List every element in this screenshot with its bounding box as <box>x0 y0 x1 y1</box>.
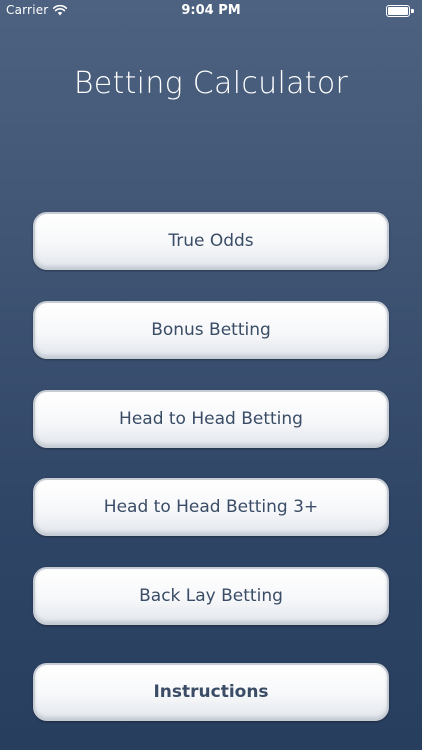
back-lay-betting-button[interactable]: Back Lay Betting <box>33 567 389 625</box>
instructions-button[interactable]: Instructions <box>33 663 389 721</box>
battery-icon <box>386 5 414 17</box>
bonus-betting-button[interactable]: Bonus Betting <box>33 301 389 359</box>
true-odds-button[interactable]: True Odds <box>33 212 389 270</box>
page-title: Betting Calculator <box>73 66 349 101</box>
status-bar: Carrier 9:04 PM <box>0 0 422 22</box>
status-time: 9:04 PM <box>181 3 241 18</box>
head-to-head-betting-button[interactable]: Head to Head Betting <box>33 390 389 448</box>
head-to-head-betting-3plus-button[interactable]: Head to Head Betting 3+ <box>33 478 389 536</box>
